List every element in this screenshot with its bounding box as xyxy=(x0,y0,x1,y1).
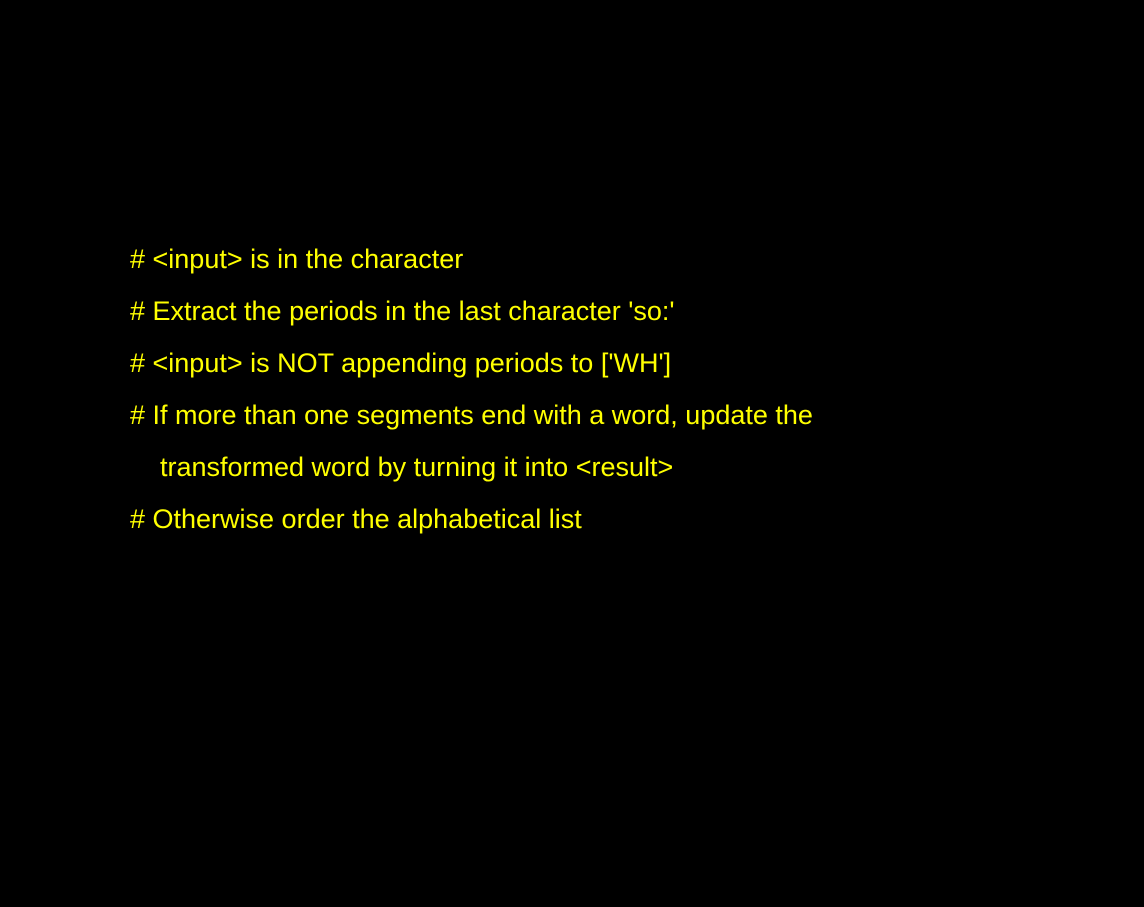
comment-line-3: # <input> is NOT appending periods to ['… xyxy=(130,348,672,378)
comment-line-5: # Otherwise order the alphabetical list xyxy=(130,504,582,534)
comment-line-1: # <input> is in the character xyxy=(130,244,464,274)
comment-line-4: # If more than one segments end with a w… xyxy=(130,400,813,430)
comment-block: # <input> is in the character # Extract … xyxy=(130,238,1130,550)
comment-line-4-continuation: transformed word by turning it into <res… xyxy=(160,452,674,482)
comment-line-2: # Extract the periods in the last charac… xyxy=(130,296,675,326)
